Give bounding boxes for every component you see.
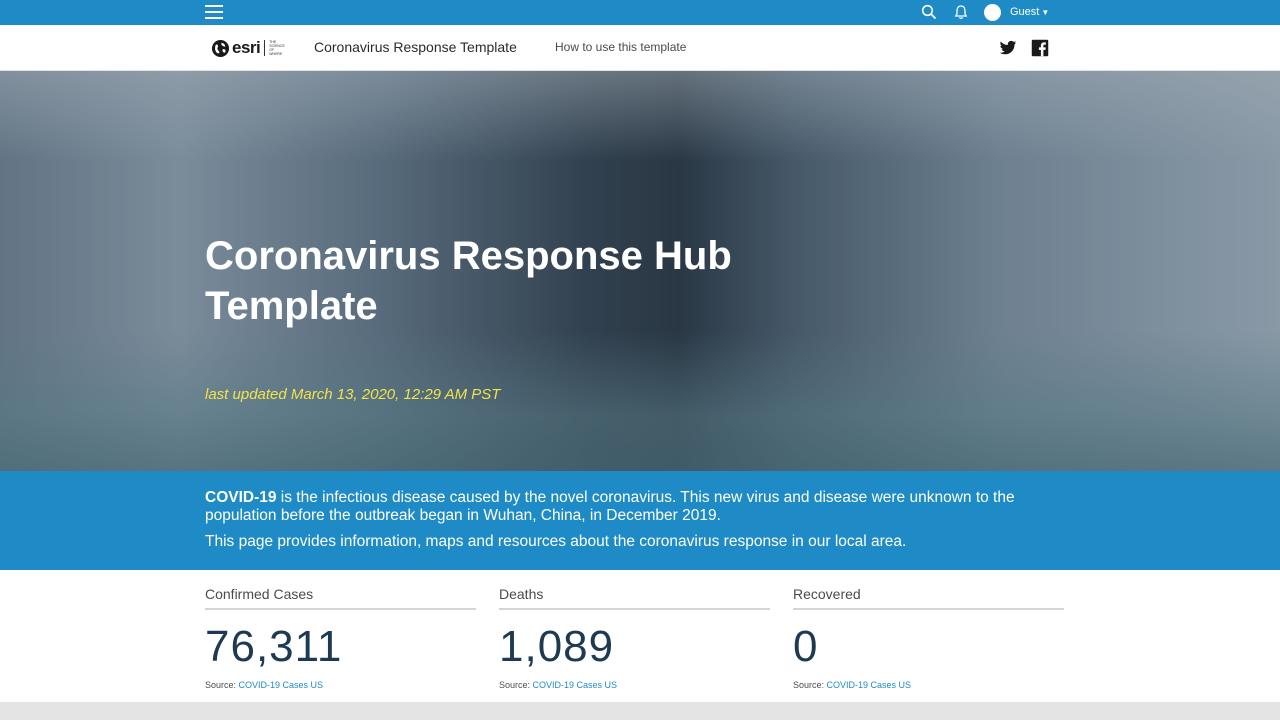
stat-source: Source: COVID-19 Cases US [499,680,770,690]
hero-banner: Coronavirus Response Hub Template last u… [0,71,1280,471]
search-icon[interactable] [921,4,937,20]
nav-link-how-to-use[interactable]: How to use this template [555,40,686,54]
esri-logo[interactable]: esri THE SCIENCE OF WHERE [211,37,287,59]
last-updated-text: last updated March 13, 2020, 12:29 AM PS… [205,386,501,403]
twitter-icon[interactable] [999,39,1017,57]
next-section-edge [0,702,1280,720]
stat-value: 76,311 [205,622,343,671]
bell-icon[interactable] [953,4,969,20]
source-link[interactable]: COVID-19 Cases US [239,680,324,690]
globe-icon [211,39,230,57]
menu-icon[interactable] [205,4,223,20]
stat-label: Recovered [793,586,1064,610]
top-app-bar: Guest ▼ [0,0,1280,25]
source-prefix: Source: [499,680,533,690]
facebook-icon[interactable] [1031,39,1049,57]
caret-down-icon: ▼ [1041,8,1050,17]
stat-source: Source: COVID-19 Cases US [205,680,476,690]
hero-title: Coronavirus Response Hub Template [205,234,732,328]
site-header: esri THE SCIENCE OF WHERE Coronavirus Re… [0,25,1280,71]
user-label: Guest [1010,6,1040,18]
intro-term: COVID-19 [205,489,277,506]
intro-purpose: This page provides information, maps and… [205,533,907,550]
source-link[interactable]: COVID-19 Cases US [533,680,618,690]
stat-label: Deaths [499,586,770,610]
stat-recovered: Recovered 0 Source: COVID-19 Cases US [793,586,1064,690]
source-link[interactable]: COVID-19 Cases US [827,680,912,690]
source-prefix: Source: [793,680,827,690]
stat-deaths: Deaths 1,089 Source: COVID-19 Cases US [499,586,770,690]
user-menu[interactable]: Guest ▼ [1010,6,1049,18]
logo-tagline: THE SCIENCE OF WHERE [269,40,285,56]
intro-band: COVID-19 is the infectious disease cause… [0,471,1280,570]
source-prefix: Source: [205,680,239,690]
stat-value: 0 [793,622,819,671]
logo-divider [264,40,266,56]
avatar[interactable] [984,4,1001,21]
stat-source: Source: COVID-19 Cases US [793,680,1064,690]
stat-confirmed-cases: Confirmed Cases 76,311 Source: COVID-19 … [205,586,476,690]
intro-description-text: is the infectious disease caused by the … [205,489,1015,524]
intro-description: COVID-19 is the infectious disease cause… [205,489,1075,525]
stat-label: Confirmed Cases [205,586,476,610]
stat-value: 1,089 [499,622,615,671]
logo-text: esri [232,38,261,57]
site-title[interactable]: Coronavirus Response Template [314,39,517,55]
